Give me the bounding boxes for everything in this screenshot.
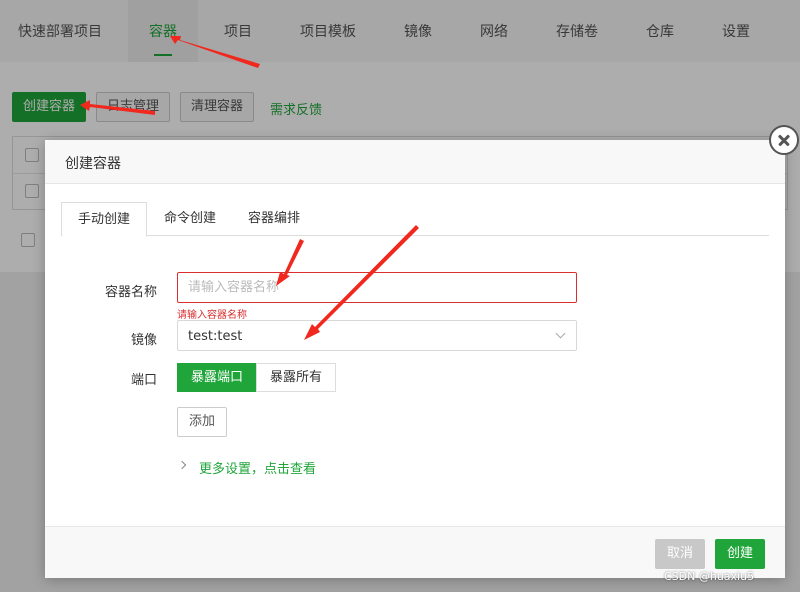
image-select[interactable]: test:test [177, 320, 577, 351]
close-icon[interactable] [769, 125, 799, 155]
port-label: 端口 [130, 373, 157, 388]
add-port-button[interactable]: 添加 [177, 407, 227, 437]
dialog-tabs: 手动创建 命令创建 容器编排 [61, 202, 769, 237]
tab-command-create[interactable]: 命令创建 [155, 202, 225, 236]
tab-manual-create[interactable]: 手动创建 [61, 202, 147, 237]
container-name-label: 容器名称 [104, 285, 157, 300]
create-button[interactable]: 创建 [715, 539, 765, 569]
dialog-header: 创建容器 [45, 140, 785, 184]
cancel-button[interactable]: 取消 [655, 539, 705, 569]
watermark: CSDN @huaxiu5 [664, 570, 755, 583]
image-label: 镜像 [130, 333, 157, 348]
more-settings-link[interactable]: 更多设置，点击查看 [199, 458, 316, 477]
chevron-down-icon [555, 328, 566, 339]
container-name-input[interactable] [177, 272, 577, 303]
tab-compose[interactable]: 容器编排 [239, 202, 309, 236]
container-name-error: 请输入容器名称 [177, 310, 247, 321]
dialog-title: 创建容器 [65, 156, 121, 172]
expose-all-button[interactable]: 暴露所有 [256, 363, 336, 392]
chevron-right-icon [177, 460, 187, 470]
image-select-value: test:test [188, 329, 243, 344]
expose-port-button[interactable]: 暴露端口 [177, 363, 257, 392]
create-container-dialog: 创建容器 手动创建 命令创建 容器编排 容器名称 请输入容器名称 镜像 test… [45, 140, 785, 578]
